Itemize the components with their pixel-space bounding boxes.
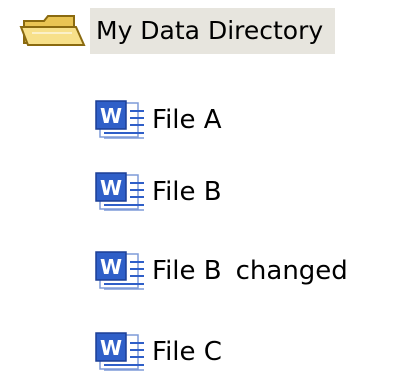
word-document-icon: [94, 250, 150, 292]
file-item[interactable]: File A: [94, 98, 222, 142]
file-item[interactable]: File B changed: [94, 249, 348, 293]
folder-label[interactable]: My Data Directory: [90, 8, 336, 54]
file-label[interactable]: File C: [152, 337, 222, 367]
folder-node[interactable]: My Data Directory: [18, 6, 336, 56]
directory-tree: My Data Directory File A File B File B c…: [0, 0, 398, 370]
file-label[interactable]: File B: [152, 256, 222, 286]
file-item[interactable]: File B: [94, 170, 222, 214]
file-label-suffix: changed: [235, 256, 348, 286]
file-label[interactable]: File A: [152, 105, 222, 135]
word-document-icon: [94, 99, 150, 141]
file-label[interactable]: File B: [152, 177, 222, 207]
file-item[interactable]: File C: [94, 330, 222, 374]
word-document-icon: [94, 331, 150, 373]
folder-open-icon: [19, 15, 86, 46]
word-document-icon: [94, 171, 150, 213]
